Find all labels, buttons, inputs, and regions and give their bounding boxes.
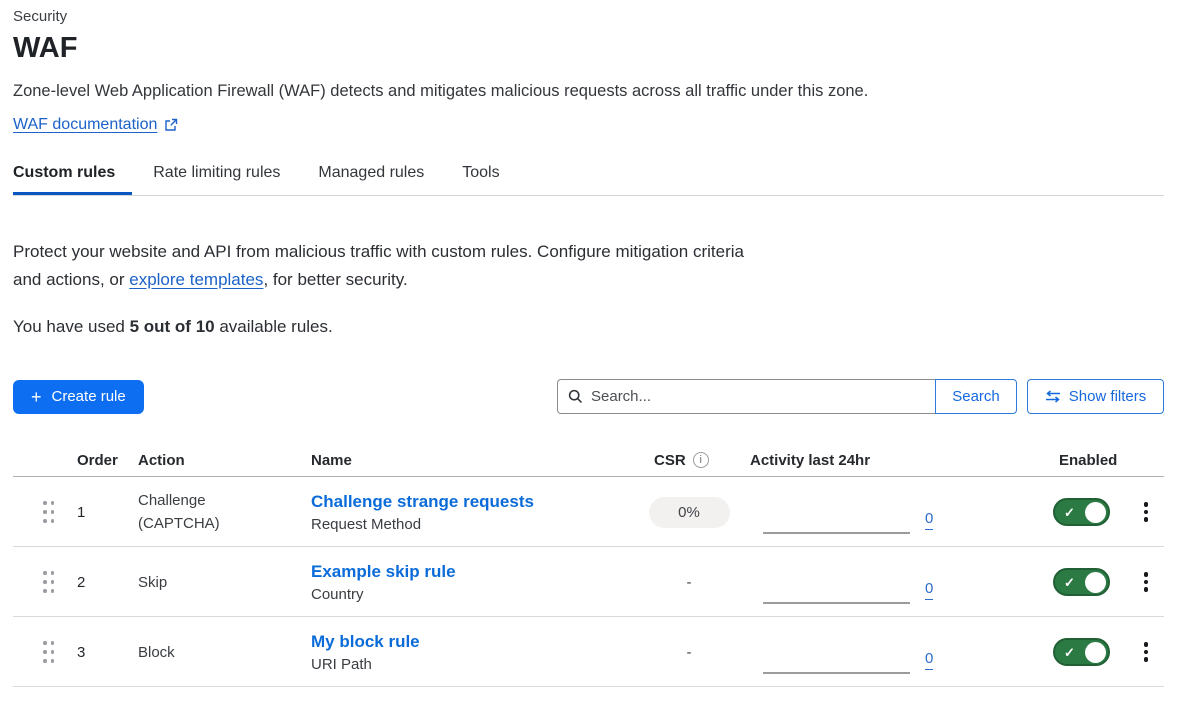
rule-action: Skip [125, 571, 230, 594]
search-box [557, 379, 935, 414]
enabled-cell: ✓ [1046, 638, 1128, 666]
activity-count-link[interactable]: 0 [925, 581, 933, 601]
table-header-row: Order Action Name CSR i Activity last 24… [13, 444, 1164, 477]
drag-handle-icon[interactable] [43, 641, 55, 663]
header-activity: Activity last 24hr [737, 452, 1046, 469]
intro-text-after: , for better security. [263, 270, 407, 289]
header-name: Name [298, 452, 641, 469]
enabled-toggle[interactable]: ✓ [1053, 638, 1110, 666]
enabled-toggle[interactable]: ✓ [1053, 568, 1110, 596]
enabled-cell: ✓ [1046, 568, 1128, 596]
drag-handle-icon[interactable] [43, 501, 55, 523]
activity-count-link[interactable]: 0 [925, 651, 933, 671]
tab-custom-rules[interactable]: Custom rules [13, 164, 132, 195]
rule-order: 3 [64, 644, 125, 661]
waf-tabs: Custom rules Rate limiting rules Managed… [13, 164, 1164, 196]
header-order: Order [64, 452, 125, 469]
usage-before: You have used [13, 317, 130, 336]
rule-field: URI Path [311, 656, 641, 673]
usage-after: available rules. [215, 317, 333, 336]
header-csr: CSR i [641, 452, 737, 469]
table-row: 2 Skip Example skip rule Country - 0 ✓ [13, 547, 1164, 617]
rule-name-link[interactable]: Challenge strange requests [311, 492, 534, 512]
rules-table: Order Action Name CSR i Activity last 24… [13, 444, 1164, 687]
rules-toolbar: + Create rule Search [13, 379, 1164, 414]
doc-link-label: WAF documentation [13, 116, 157, 134]
enabled-cell: ✓ [1046, 498, 1128, 526]
activity-cell: 0 [737, 477, 1046, 547]
show-filters-label: Show filters [1069, 388, 1147, 405]
kebab-menu-icon[interactable] [1140, 498, 1153, 526]
header-csr-label: CSR [654, 452, 686, 469]
usage-count: 5 out of 10 [130, 317, 215, 336]
csr-cell: - [641, 574, 737, 591]
search-button[interactable]: Search [935, 379, 1017, 414]
header-action: Action [125, 452, 298, 469]
kebab-menu-icon[interactable] [1140, 638, 1153, 666]
activity-cell: 0 [737, 617, 1046, 687]
create-rule-button[interactable]: + Create rule [13, 380, 144, 414]
rule-action: Block [125, 641, 230, 664]
rule-action: Challenge (CAPTCHA) [125, 489, 230, 535]
activity-sparkline [763, 672, 910, 674]
show-filters-button[interactable]: Show filters [1027, 379, 1164, 414]
toggle-knob [1085, 642, 1106, 663]
toggle-knob [1085, 502, 1106, 523]
tab-tools[interactable]: Tools [462, 164, 516, 195]
csr-badge: 0% [649, 497, 730, 528]
check-icon: ✓ [1064, 646, 1075, 659]
rule-name-cell: My block rule URI Path [298, 632, 641, 673]
toggle-knob [1085, 572, 1106, 593]
rule-field: Request Method [311, 516, 641, 533]
page-description: Zone-level Web Application Firewall (WAF… [13, 82, 1164, 101]
page-title: WAF [13, 32, 1164, 65]
check-icon: ✓ [1064, 506, 1075, 519]
table-row: 1 Challenge (CAPTCHA) Challenge strange … [13, 477, 1164, 547]
rule-order: 2 [64, 574, 125, 591]
tab-rate-limiting-rules[interactable]: Rate limiting rules [153, 164, 297, 195]
swap-arrows-icon [1045, 390, 1061, 403]
usage-summary: You have used 5 out of 10 available rule… [13, 317, 1164, 337]
activity-sparkline [763, 602, 910, 604]
rule-name-link[interactable]: Example skip rule [311, 562, 456, 582]
intro-paragraph: Protect your website and API from malici… [13, 238, 761, 294]
activity-sparkline [763, 532, 910, 534]
activity-cell: 0 [737, 547, 1046, 617]
search-filter-group: Search Show filters [557, 379, 1164, 414]
info-icon[interactable]: i [693, 452, 709, 468]
waf-documentation-link[interactable]: WAF documentation [13, 116, 178, 134]
rule-name-link[interactable]: My block rule [311, 632, 420, 652]
enabled-toggle[interactable]: ✓ [1053, 498, 1110, 526]
section-label: Security [13, 8, 1164, 25]
rule-name-cell: Challenge strange requests Request Metho… [298, 492, 641, 533]
waf-page: Security WAF Zone-level Web Application … [0, 0, 1177, 687]
create-rule-label: Create rule [52, 388, 126, 405]
rule-field: Country [311, 586, 641, 603]
kebab-menu-icon[interactable] [1140, 568, 1153, 596]
explore-templates-link[interactable]: explore templates [129, 270, 263, 289]
check-icon: ✓ [1064, 576, 1075, 589]
activity-count-link[interactable]: 0 [925, 511, 933, 531]
rule-order: 1 [64, 504, 125, 521]
plus-icon: + [31, 388, 42, 406]
table-row: 3 Block My block rule URI Path - 0 ✓ [13, 617, 1164, 687]
rule-name-cell: Example skip rule Country [298, 562, 641, 603]
header-enabled: Enabled [1046, 452, 1128, 469]
search-input[interactable] [591, 388, 925, 405]
csr-cell: - [641, 644, 737, 661]
tab-managed-rules[interactable]: Managed rules [318, 164, 441, 195]
drag-handle-icon[interactable] [43, 571, 55, 593]
search-icon [568, 389, 583, 404]
external-link-icon [164, 118, 178, 132]
csr-cell: 0% [641, 497, 737, 528]
